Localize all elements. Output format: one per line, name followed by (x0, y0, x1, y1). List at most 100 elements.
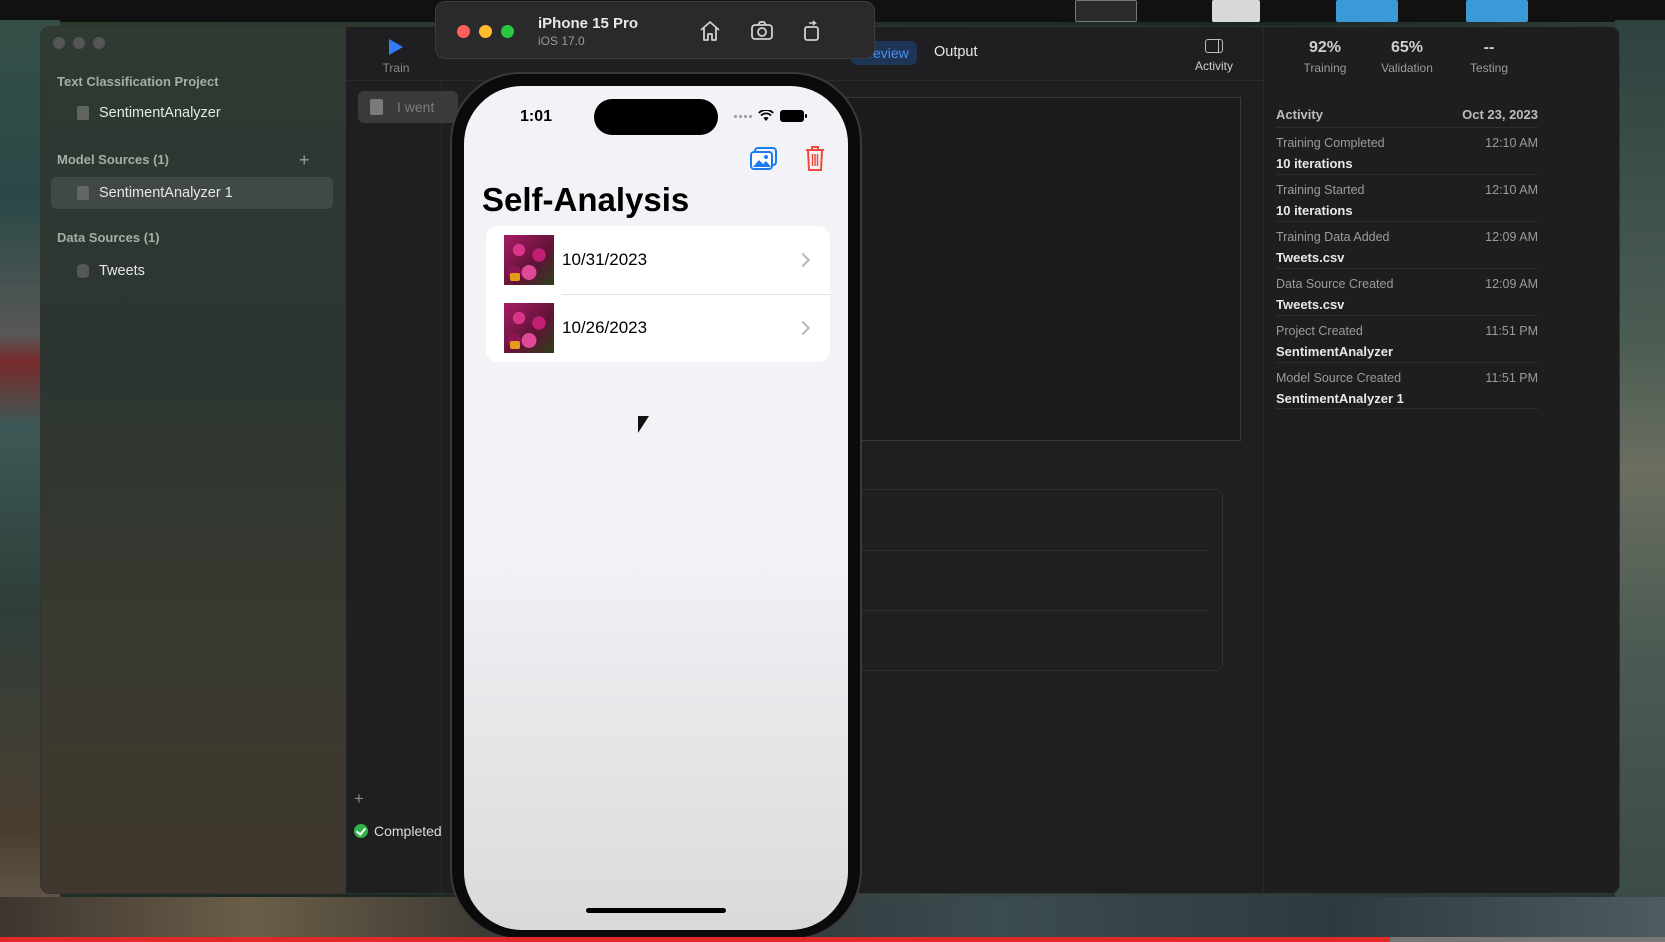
activity-item-time: 12:09 AM (1485, 277, 1538, 291)
chevron-right-icon (795, 252, 811, 268)
project-title: Text Classification Project (57, 74, 219, 89)
window-controls (457, 25, 514, 38)
os-version: iOS 17.0 (538, 34, 585, 48)
metric-value: 92% (1308, 39, 1342, 56)
status-text: Completed (374, 823, 442, 839)
activity-item-title: Model Source Created (1276, 371, 1402, 385)
minimize-icon[interactable] (479, 25, 492, 38)
metric-label: Validation (1381, 61, 1433, 75)
activity-item-detail: Tweets.csv (1276, 297, 1345, 312)
activity-item: Model Source Created 11:51 PM SentimentAn… (1276, 362, 1538, 409)
battery-icon (780, 110, 807, 122)
add-photo-icon[interactable] (750, 146, 778, 172)
document-icon (370, 99, 383, 115)
model-icon (77, 186, 89, 200)
dynamic-island (594, 99, 718, 135)
metric-validation: 65% Validation (1370, 39, 1444, 75)
list-item[interactable]: 10/31/2023 (486, 226, 830, 294)
window-thumbnail[interactable] (1075, 0, 1137, 22)
train-button[interactable]: Train (376, 37, 416, 75)
activity-item-time: 11:51 PM (1485, 371, 1538, 385)
activity-date: Oct 23, 2023 (1462, 107, 1538, 122)
sidebar-item-label: SentimentAnalyzer (99, 105, 221, 121)
chevron-right-icon (795, 320, 811, 336)
preview-input-item[interactable]: I went (358, 91, 458, 123)
trash-icon[interactable] (804, 144, 826, 172)
iphone-frame: 1:01 Self-Analysis 10/31/2023 10/26/2023 (450, 72, 862, 940)
flower-thumbnail (504, 303, 554, 353)
list-item[interactable]: 10/26/2023 (486, 294, 830, 362)
activity-item-detail: SentimentAnalyzer 1 (1276, 391, 1404, 406)
home-icon[interactable] (698, 19, 722, 43)
add-input-button[interactable]: + (354, 789, 364, 809)
sidebar-item-label: Tweets (99, 263, 145, 279)
activity-title: Activity (1276, 107, 1323, 122)
sidebar-item-label: SentimentAnalyzer 1 (99, 185, 233, 201)
video-progress-remaining[interactable] (1390, 937, 1665, 942)
activity-item: Project Created 11:51 PM SentimentAnalyze… (1276, 315, 1538, 362)
status-icons (734, 110, 807, 122)
close-icon[interactable] (457, 25, 470, 38)
simulator-titlebar: iPhone 15 Pro iOS 17.0 (435, 1, 875, 59)
metric-value: 65% (1390, 39, 1424, 56)
window-thumbnail[interactable] (1466, 0, 1528, 22)
wifi-icon (758, 110, 774, 121)
prediction-results (835, 489, 1223, 671)
window-controls[interactable] (53, 37, 105, 49)
database-icon (77, 264, 89, 278)
entry-date: 10/31/2023 (562, 250, 648, 269)
entry-date: 10/26/2023 (562, 318, 648, 337)
activity-item: Data Source Created 12:09 AM Tweets.csv (1276, 268, 1538, 315)
metric-label: Training (1303, 61, 1347, 75)
rotate-icon[interactable] (800, 19, 824, 43)
training-status: Completed (354, 823, 442, 839)
add-model-source-button[interactable]: + (299, 150, 310, 171)
sidebar-right-icon (1205, 39, 1223, 53)
window-thumbnail[interactable] (1336, 0, 1398, 22)
sidebar-item-model-source[interactable]: SentimentAnalyzer 1 (51, 177, 333, 209)
activity-item-title: Training Completed (1276, 136, 1385, 150)
zoom-icon[interactable] (501, 25, 514, 38)
activity-item-time: 11:51 PM (1485, 324, 1538, 338)
sidebar-item-project[interactable]: SentimentAnalyzer (51, 97, 333, 129)
activity-panel: 92% Training 65% Validation -- Testing A… (1263, 27, 1619, 893)
activity-item-time: 12:09 AM (1485, 230, 1538, 244)
activity-header: Activity Oct 23, 2023 (1276, 107, 1538, 122)
iphone-screen: 1:01 Self-Analysis 10/31/2023 10/26/2023 (464, 86, 848, 930)
activity-item-detail: 10 iterations (1276, 156, 1353, 171)
input-list (346, 81, 442, 893)
mouse-cursor (638, 416, 649, 433)
home-indicator[interactable] (586, 908, 726, 913)
data-sources-header: Data Sources (1) (57, 230, 160, 245)
metric-value: -- (1483, 39, 1495, 56)
document-icon (77, 106, 89, 120)
activity-item: Training Started 12:10 AM 10 iterations (1276, 174, 1538, 221)
video-progress-played[interactable] (0, 937, 1390, 942)
activity-toggle-button[interactable]: Activity (1186, 39, 1242, 73)
activity-item-detail: SentimentAnalyzer (1276, 344, 1394, 359)
activity-item-time: 12:10 AM (1485, 183, 1538, 197)
desktop-wallpaper-right (1615, 20, 1665, 920)
activity-item-title: Training Data Added (1276, 230, 1390, 244)
train-label: Train (382, 61, 410, 75)
activity-item-title: Data Source Created (1276, 277, 1394, 291)
flower-thumbnail (504, 235, 554, 285)
model-sources-header: Model Sources (1) (57, 152, 169, 167)
entries-list: 10/31/2023 10/26/2023 (486, 226, 830, 362)
preview-input-text: I went (397, 99, 435, 115)
preview-text-area[interactable] (835, 97, 1241, 441)
activity-item-detail: 10 iterations (1276, 203, 1353, 218)
status-time: 1:01 (520, 108, 553, 125)
sidebar-item-data-source[interactable]: Tweets (51, 255, 333, 287)
play-icon (389, 39, 403, 55)
activity-item-time: 12:10 AM (1485, 136, 1538, 150)
activity-item-title: Project Created (1276, 324, 1363, 338)
activity-item-title: Training Started (1276, 183, 1365, 197)
window-thumbnail[interactable] (1212, 0, 1260, 22)
checkmark-icon (354, 824, 368, 838)
screenshot-icon[interactable] (750, 19, 774, 43)
metric-training: 92% Training (1288, 39, 1362, 75)
metric-label: Testing (1469, 61, 1509, 75)
tab-output[interactable]: Output (934, 44, 978, 60)
project-sidebar: Text Classification Project SentimentAna… (41, 27, 346, 893)
